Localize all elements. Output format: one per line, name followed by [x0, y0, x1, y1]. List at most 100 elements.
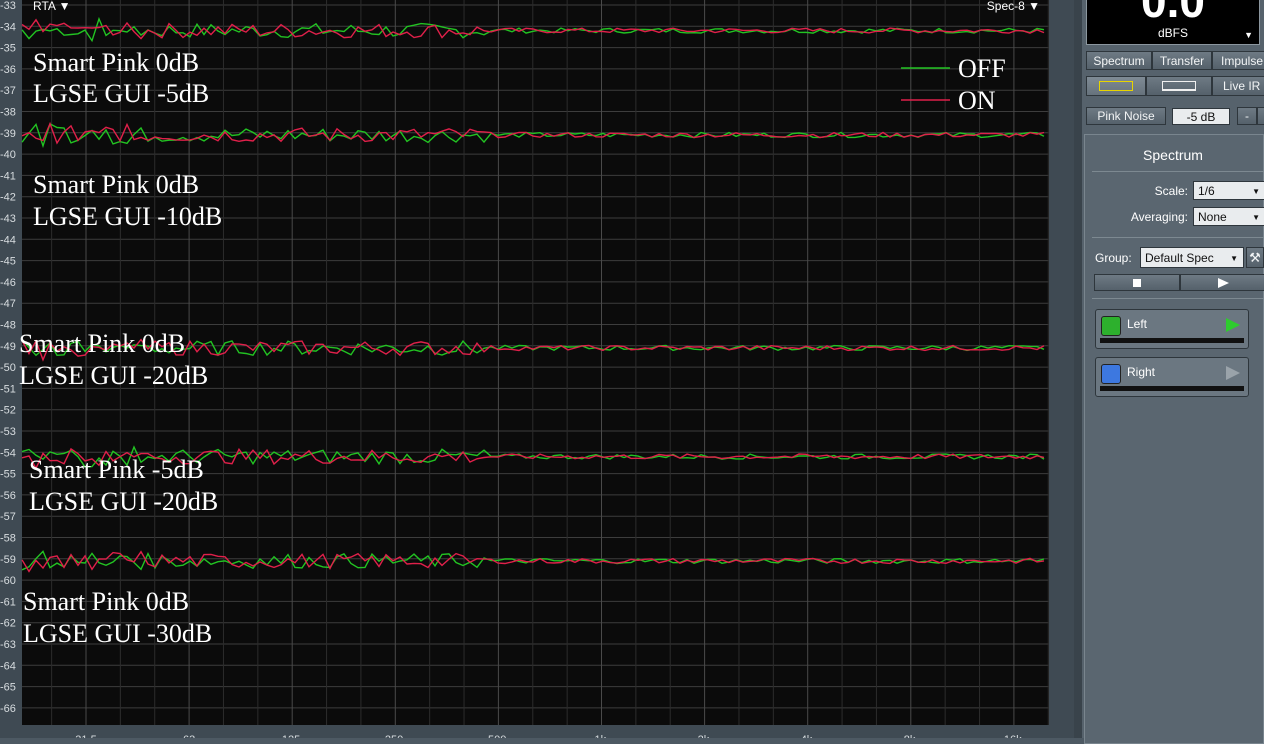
pink-level-increment[interactable]: [1257, 107, 1264, 125]
y-tick-label: -46: [0, 277, 16, 289]
spectrum-section-title: Spectrum: [1143, 147, 1203, 163]
divider: [1092, 171, 1264, 172]
x-tick-label: 8k: [904, 734, 916, 738]
scale-label: Scale:: [1154, 184, 1188, 198]
channel-color-swatch[interactable]: [1101, 316, 1121, 336]
y-tick-label: -47: [0, 298, 16, 310]
play-icon: [1217, 277, 1229, 288]
y-tick-label: -62: [0, 618, 16, 630]
tools-icon[interactable]: ⚒: [1246, 247, 1264, 268]
x-tick-label: 125: [282, 734, 300, 738]
y-tick-label: -49: [0, 341, 16, 353]
pink-level-field[interactable]: -5 dB: [1172, 108, 1230, 125]
spec-select-label[interactable]: Spec-8 ▼: [987, 0, 1040, 13]
x-tick-label: 250: [385, 734, 403, 738]
annotation-line1: Smart Pink -5dB: [29, 455, 204, 484]
annotation-line1: Smart Pink 0dB: [19, 329, 185, 358]
annotation-line2: LGSE GUI -30dB: [23, 619, 212, 648]
group-label: Group:: [1095, 251, 1132, 265]
channel-color-swatch[interactable]: [1101, 364, 1121, 384]
y-tick-label: -64: [0, 660, 16, 672]
rta-plot[interactable]: -33 -34 -35 -36 -37 -38 -39 -40 -41 -42 -43 -44 -45 -…: [0, 0, 1074, 738]
y-tick-label: -54: [0, 447, 16, 459]
view-split-button[interactable]: [1146, 76, 1212, 96]
y-tick-label: -44: [0, 234, 16, 246]
x-tick-label: 1k: [595, 734, 607, 738]
y-tick-label: -61: [0, 596, 16, 608]
scale-select[interactable]: 1/6 ▼: [1193, 181, 1264, 200]
channel-row-left[interactable]: Left: [1095, 309, 1249, 349]
y-tick-label: -52: [0, 405, 16, 417]
scale-value: 1/6: [1198, 183, 1215, 198]
play-arrow-icon[interactable]: [1226, 366, 1240, 380]
channel-row-right[interactable]: Right: [1095, 357, 1249, 397]
y-tick-label: -38: [0, 107, 16, 119]
y-tick-label: -56: [0, 490, 16, 502]
y-tick-label: -57: [0, 511, 16, 523]
x-tick-label: 31.5: [75, 734, 96, 738]
annotation-line1: Smart Pink 0dB: [33, 170, 199, 199]
y-tick-label: -34: [0, 21, 16, 33]
control-panel: 0.0 dBFS ▼ Spectrum Transfer Impulse Liv…: [1082, 0, 1264, 744]
y-tick-label: -55: [0, 469, 16, 481]
channel-name: Left: [1127, 317, 1148, 331]
annotation-line2: LGSE GUI -5dB: [33, 79, 209, 108]
meter-dropdown-arrow[interactable]: ▼: [1244, 30, 1253, 40]
channel-level-bar: [1100, 386, 1244, 391]
split-pane-icon: [1162, 81, 1196, 91]
rta-plot-area[interactable]: -33 -34 -35 -36 -37 -38 -39 -40 -41 -42 -43 -44 -45 -…: [0, 0, 1074, 738]
meter-value: 0.0: [1141, 0, 1205, 27]
y-tick-label: -36: [0, 64, 16, 76]
view-single-button[interactable]: [1086, 76, 1146, 96]
channel-level-bar: [1100, 338, 1244, 343]
annotation-line2: LGSE GUI -20dB: [29, 487, 218, 516]
averaging-value: None: [1198, 209, 1227, 224]
y-tick-label: -51: [0, 383, 16, 395]
play-arrow-icon[interactable]: [1226, 318, 1240, 332]
meter-unit: dBFS: [1157, 26, 1188, 40]
y-tick-label: -48: [0, 320, 16, 332]
y-tick-label: -42: [0, 192, 16, 204]
y-tick-label: -43: [0, 213, 16, 225]
y-tick-label: -59: [0, 554, 16, 566]
pink-level-decrement[interactable]: -: [1237, 107, 1257, 125]
tab-impulse[interactable]: Impulse: [1212, 51, 1264, 70]
chevron-down-icon: ▼: [1252, 213, 1260, 222]
tab-transfer[interactable]: Transfer: [1152, 51, 1212, 70]
divider: [1092, 237, 1264, 238]
x-tick-label: 500: [488, 734, 506, 738]
x-tick-label: 4k: [801, 734, 813, 738]
x-tick-label: 63: [183, 734, 195, 738]
y-tick-label: -65: [0, 682, 16, 694]
averaging-select[interactable]: None ▼: [1193, 207, 1264, 226]
annotation-line2: LGSE GUI -20dB: [19, 361, 208, 390]
chevron-down-icon: ▼: [1230, 254, 1238, 263]
tab-spectrum[interactable]: Spectrum: [1086, 51, 1152, 70]
single-pane-icon: [1099, 81, 1133, 91]
divider: [1092, 298, 1264, 299]
y-tick-label: -45: [0, 256, 16, 268]
channel-name: Right: [1127, 365, 1156, 379]
group-value: Default Spec: [1145, 250, 1214, 265]
y-tick-label: -50: [0, 362, 16, 374]
y-tick-label: -60: [0, 575, 16, 587]
y-tick-label: -37: [0, 85, 16, 97]
stop-icon: [1133, 278, 1141, 287]
y-tick-label: -39: [0, 128, 16, 140]
rta-mode-label[interactable]: RTA ▼: [33, 0, 70, 13]
live-ir-button[interactable]: Live IR: [1212, 76, 1264, 96]
annotation-line1: Smart Pink 0dB: [33, 48, 199, 77]
stop-button[interactable]: [1094, 274, 1180, 291]
group-select[interactable]: Default Spec ▼: [1140, 247, 1244, 268]
play-button[interactable]: [1180, 274, 1264, 291]
x-tick-label: 2k: [698, 734, 710, 738]
y-tick-label: -35: [0, 43, 16, 55]
legend-label: OFF: [958, 54, 1006, 83]
y-tick-label: -53: [0, 426, 16, 438]
x-tick-label: 16k: [1004, 734, 1022, 738]
y-tick-label: -33: [0, 0, 16, 12]
splitter-handle[interactable]: [1074, 0, 1082, 738]
chevron-down-icon: ▼: [1252, 187, 1260, 196]
pink-noise-button[interactable]: Pink Noise: [1086, 107, 1166, 125]
y-tick-label: -40: [0, 149, 16, 161]
